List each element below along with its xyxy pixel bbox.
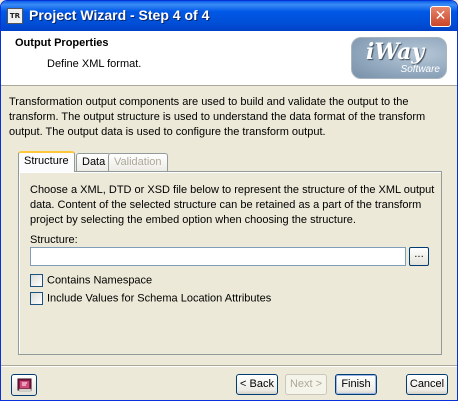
panel-description: Choose a XML, DTD or XSD file below to r… bbox=[30, 184, 435, 226]
structure-input[interactable] bbox=[30, 247, 406, 266]
checkbox-box[interactable] bbox=[30, 292, 43, 305]
structure-panel: Choose a XML, DTD or XSD file below to r… bbox=[18, 171, 442, 355]
page-subtitle: Define XML format. bbox=[47, 58, 142, 70]
finish-button[interactable]: Finish bbox=[335, 374, 377, 395]
next-button: Next > bbox=[285, 374, 327, 395]
help-book-icon bbox=[17, 378, 32, 392]
app-icon: TR bbox=[7, 8, 23, 24]
checkbox-label: Include Values for Schema Location Attri… bbox=[47, 292, 272, 305]
iway-logo: iWay Software bbox=[351, 37, 447, 79]
structure-label: Structure: bbox=[30, 234, 78, 246]
page-title: Output Properties bbox=[15, 37, 109, 49]
close-button[interactable]: ✕ bbox=[430, 6, 451, 27]
contains-namespace-checkbox[interactable]: Contains Namespace bbox=[30, 274, 152, 288]
logo-subtext: Software bbox=[400, 64, 440, 75]
browse-button[interactable]: ... bbox=[409, 247, 429, 266]
title-bar[interactable]: TR Project Wizard - Step 4 of 4 ✕ bbox=[1, 1, 457, 31]
cancel-button[interactable]: Cancel bbox=[406, 374, 448, 395]
checkbox-box[interactable] bbox=[30, 274, 43, 287]
tab-validation: Validation bbox=[108, 153, 168, 171]
back-button[interactable]: < Back bbox=[236, 374, 278, 395]
tab-structure[interactable]: Structure bbox=[18, 151, 75, 172]
schema-location-checkbox[interactable]: Include Values for Schema Location Attri… bbox=[30, 292, 271, 306]
checkbox-label: Contains Namespace bbox=[47, 274, 153, 287]
tab-data[interactable]: Data bbox=[76, 153, 112, 171]
step-description: Transformation output components are use… bbox=[9, 96, 426, 138]
help-button[interactable] bbox=[11, 374, 37, 396]
footer-divider bbox=[1, 365, 457, 367]
logo-text: iWay bbox=[366, 39, 425, 65]
wizard-header: Output Properties Define XML format. iWa… bbox=[1, 31, 457, 86]
wizard-window: TR Project Wizard - Step 4 of 4 ✕ Output… bbox=[0, 0, 458, 401]
window-title: Project Wizard - Step 4 of 4 bbox=[29, 7, 210, 23]
